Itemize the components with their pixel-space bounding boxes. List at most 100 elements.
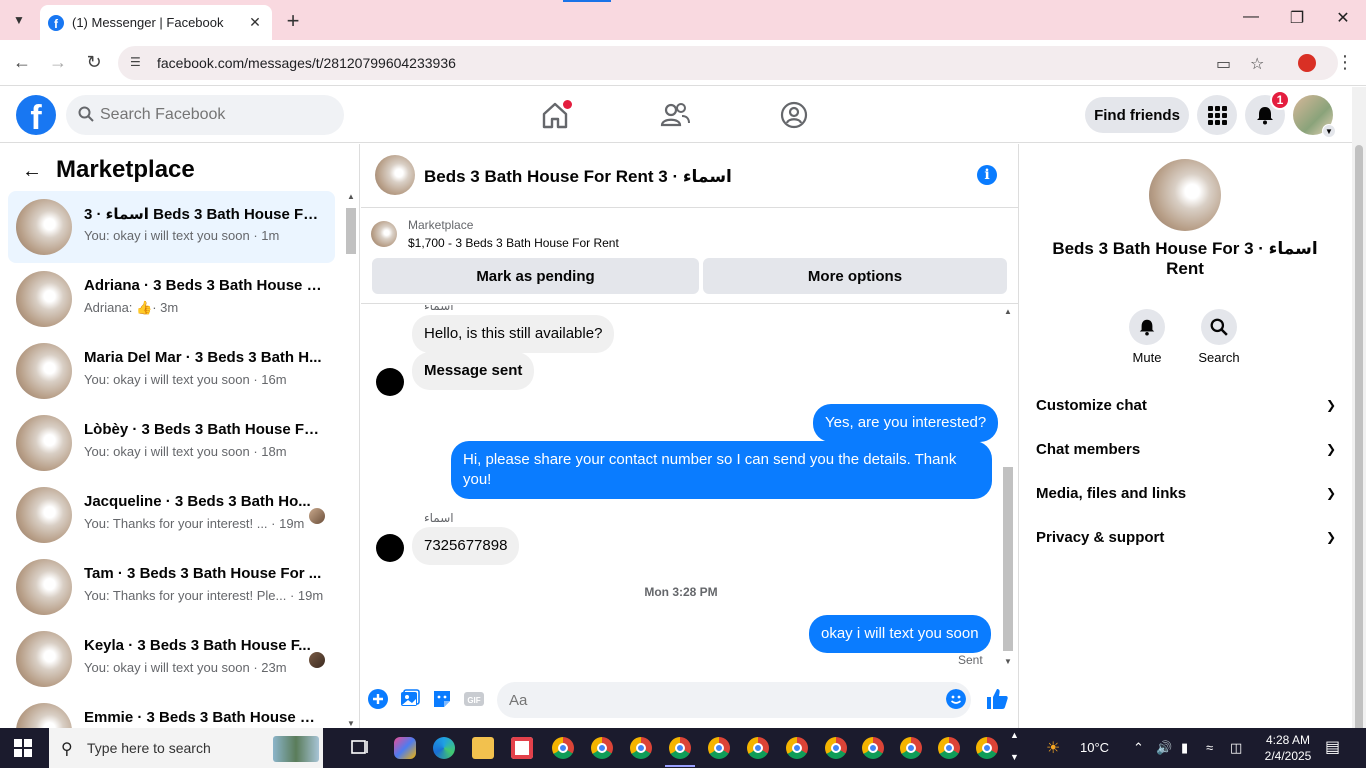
details-avatar[interactable] (1149, 159, 1221, 231)
taskbar-scroll-up-icon[interactable]: ▲ (1010, 730, 1019, 740)
address-bar[interactable]: ☰ facebook.com/messages/t/28120799604233… (118, 46, 1338, 80)
chrome-icon[interactable] (669, 737, 691, 759)
notification-center-icon[interactable]: ▤ (1325, 737, 1340, 757)
facebook-search[interactable] (66, 95, 344, 135)
bookmark-star-icon[interactable]: ☆ (1250, 54, 1264, 74)
weather-temperature[interactable]: 10°C (1080, 740, 1109, 755)
copilot-icon[interactable] (394, 737, 416, 759)
taskbar-search[interactable]: ⚲ Type here to search (49, 728, 323, 768)
chrome-icon[interactable] (708, 737, 730, 759)
message-input[interactable] (509, 682, 929, 718)
search-in-chat-button[interactable]: Search (1189, 309, 1249, 365)
info-icon[interactable]: i (977, 165, 997, 185)
sidebar-scrollbar[interactable]: ▲ ▼ (344, 192, 358, 728)
network-icon[interactable]: ◫ (1230, 740, 1242, 756)
chrome-icon[interactable] (825, 737, 847, 759)
conversation-item[interactable]: Maria Del Mar · 3 Beds 3 Bath H... You: … (8, 335, 335, 407)
taskbar-search-text[interactable]: Type here to search (87, 740, 211, 756)
site-info-icon[interactable]: ☰ (130, 55, 146, 71)
sender-avatar[interactable] (376, 534, 404, 562)
browser-tab-messenger[interactable]: f (1) Messenger | Facebook ✕ (40, 5, 272, 40)
chat-scrollbar[interactable]: ▲ ▼ (1001, 305, 1017, 666)
listing-thumbnail (16, 271, 72, 327)
search-input[interactable] (100, 95, 330, 135)
account-avatar[interactable]: ▼ (1293, 95, 1336, 138)
new-tab-icon[interactable]: + (282, 8, 304, 34)
chat-scrollbar-thumb[interactable] (1003, 467, 1013, 651)
close-tab-icon[interactable]: ✕ (246, 14, 264, 31)
conversation-item[interactable]: Adriana · 3 Beds 3 Bath House F... Adria… (8, 263, 335, 335)
back-icon[interactable]: ← (10, 52, 34, 73)
forward-icon[interactable]: → (46, 52, 70, 73)
chat-members-section[interactable]: Chat members ❯ (1036, 427, 1336, 471)
minimize-icon[interactable]: — (1236, 8, 1266, 26)
conversation-item[interactable]: Jacqueline · 3 Beds 3 Bath Ho... You: Th… (8, 479, 335, 551)
sender-avatar[interactable] (376, 368, 404, 396)
scroll-down-arrow-icon[interactable]: ▼ (347, 719, 355, 728)
chrome-icon[interactable] (862, 737, 884, 759)
sticker-icon[interactable] (431, 688, 453, 710)
scroll-up-arrow-icon[interactable]: ▲ (347, 192, 355, 201)
gif-icon[interactable]: GIF (463, 688, 485, 710)
profile-icon[interactable] (1298, 54, 1316, 72)
scroll-down-arrow-icon[interactable]: ▼ (1004, 657, 1012, 666)
chrome-icon[interactable] (786, 737, 808, 759)
conversation-item[interactable]: Keyla · 3 Beds 3 Bath House F... You: ok… (8, 623, 335, 695)
chat-avatar[interactable] (375, 155, 415, 195)
restore-icon[interactable]: ❐ (1282, 8, 1312, 28)
mute-button[interactable]: Mute (1117, 309, 1177, 365)
task-view-icon[interactable] (349, 737, 371, 759)
emoji-icon[interactable] (946, 689, 966, 709)
install-app-icon[interactable]: ▭ (1216, 54, 1231, 74)
plus-icon[interactable] (367, 688, 389, 710)
taskbar-scroll-down-icon[interactable]: ▼ (1010, 752, 1019, 762)
page-scrollbar[interactable] (1352, 87, 1366, 768)
scroll-up-arrow-icon[interactable]: ▲ (1004, 307, 1012, 316)
menu-grid-button[interactable] (1197, 95, 1237, 135)
browser-menu-icon[interactable]: ⋮ (1336, 52, 1354, 73)
volume-icon[interactable]: 🔊 (1156, 740, 1172, 756)
edge-icon[interactable] (433, 737, 455, 759)
listing-thumbnail[interactable] (371, 221, 397, 247)
privacy-support-section[interactable]: Privacy & support ❯ (1036, 515, 1336, 559)
message-input-box[interactable] (497, 682, 971, 718)
close-window-icon[interactable]: ✕ (1328, 8, 1358, 28)
windows-start-icon[interactable] (14, 739, 32, 757)
chrome-icon[interactable] (747, 737, 769, 759)
conversation-item[interactable]: Tam · 3 Beds 3 Bath House For ... You: T… (8, 551, 335, 623)
conversation-item[interactable]: Lòbèy · 3 Beds 3 Bath House Fo... You: o… (8, 407, 335, 479)
more-options-button[interactable]: More options (703, 258, 1007, 294)
thumbs-up-send-icon[interactable] (985, 687, 1009, 711)
find-friends-button[interactable]: Find friends (1085, 97, 1189, 133)
weather-icon[interactable]: ☀ (1046, 738, 1060, 758)
mark-as-pending-button[interactable]: Mark as pending (372, 258, 699, 294)
file-explorer-icon[interactable] (472, 737, 494, 759)
facebook-logo-icon[interactable]: f (16, 95, 56, 135)
chrome-icon[interactable] (938, 737, 960, 759)
wifi-icon[interactable]: ≈ (1206, 740, 1213, 755)
chat-title[interactable]: اسماء · 3 Beds 3 Bath House For Rent (424, 167, 732, 187)
chrome-icon[interactable] (552, 737, 574, 759)
chrome-icon[interactable] (630, 737, 652, 759)
photo-icon[interactable] (399, 688, 421, 710)
groups-icon[interactable] (778, 99, 810, 131)
chrome-icon[interactable] (976, 737, 998, 759)
friends-icon[interactable] (659, 99, 691, 131)
taskbar-clock[interactable]: 4:28 AM 2/4/2025 (1258, 732, 1318, 764)
tab-search-icon[interactable]: ▼ (8, 9, 30, 31)
customize-chat-section[interactable]: Customize chat ❯ (1036, 383, 1336, 427)
store-icon[interactable] (511, 737, 533, 759)
url-text[interactable]: facebook.com/messages/t/2812079960423393… (157, 55, 456, 71)
battery-icon[interactable]: ▮ (1181, 740, 1188, 756)
reload-icon[interactable]: ↻ (82, 52, 106, 73)
conversation-item[interactable]: Emmie · 3 Beds 3 Bath House Fo... (8, 695, 335, 728)
chrome-icon[interactable] (900, 737, 922, 759)
sidebar-scrollbar-thumb[interactable] (346, 208, 356, 254)
page-scrollbar-thumb[interactable] (1355, 145, 1363, 768)
hidden-icons-chevron-icon[interactable]: ⌃ (1133, 740, 1144, 756)
chrome-icon[interactable] (591, 737, 613, 759)
media-files-links-section[interactable]: Media, files and links ❯ (1036, 471, 1336, 515)
conversation-item[interactable]: اسماء · 3 Beds 3 Bath House For Rent ...… (8, 191, 335, 263)
listing-title[interactable]: $1,700 - 3 Beds 3 Bath House For Rent (408, 236, 619, 250)
back-arrow-icon[interactable]: ← (22, 160, 42, 183)
